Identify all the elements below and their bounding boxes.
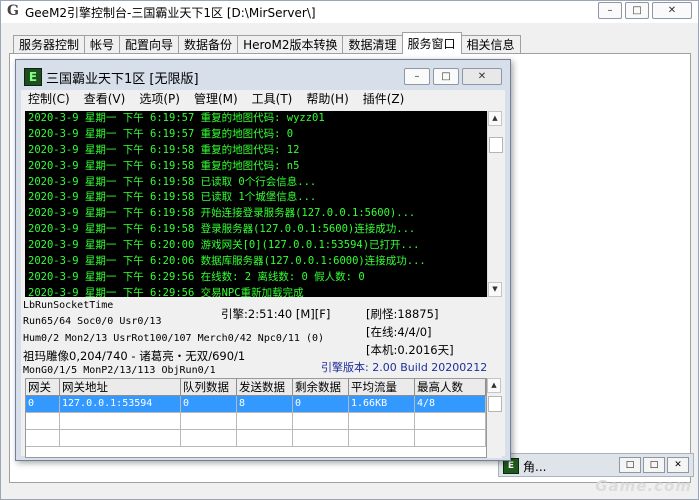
table-row-empty: [26, 413, 486, 430]
child-window-title: 三国霸业天下1区 [无限版]: [46, 72, 199, 87]
cell-max-users: 4/8: [415, 396, 486, 413]
cell-remaining-data: 0: [293, 396, 349, 413]
log-line: 2020-3-9 星期一 下午 6:19:58 开始连接登录服务器(127.0.…: [28, 207, 416, 220]
scroll-up-icon[interactable]: ▲: [488, 111, 502, 126]
maximize-button[interactable]: □: [643, 457, 665, 473]
child-minimize-button[interactable]: –: [404, 68, 430, 85]
local-version: [本机:0.2016天]: [366, 343, 454, 357]
tab-server-control[interactable]: 服务器控制: [13, 35, 86, 54]
menu-view[interactable]: 查看(V): [77, 90, 133, 109]
hum-stats: Hum0/2 Mon2/13 UsrRot100/107 Merch0/42 N…: [23, 333, 325, 344]
col-avg-traffic[interactable]: 平均流量: [349, 379, 415, 396]
tab-data-backup[interactable]: 数据备份: [178, 35, 239, 54]
col-remaining-data[interactable]: 剩余数据: [293, 379, 349, 396]
table-scrollbar[interactable]: ▲: [487, 378, 502, 458]
close-button[interactable]: ✕: [667, 457, 689, 473]
scroll-down-icon[interactable]: ▼: [488, 282, 502, 297]
log-line: 2020-3-9 星期一 下午 6:19:58 重复的地图代码: n5: [28, 159, 300, 172]
status-panel: LbRunSocketTime Run65/64 Soc0/0 Usr0/13 …: [21, 298, 505, 378]
tab-service-window[interactable]: 服务窗口: [401, 32, 462, 54]
restore-button[interactable]: □: [619, 457, 641, 473]
tab-account[interactable]: 帐号: [84, 35, 121, 54]
monster-refresh: [刷怪:18875]: [366, 307, 439, 321]
log-line: 2020-3-9 星期一 下午 6:19:58 重复的地图代码: 12: [28, 143, 300, 156]
tab-related-info[interactable]: 相关信息: [460, 35, 521, 54]
table-row[interactable]: 0 127.0.0.1:53594 0 8 0 1.66KB 4/8: [26, 396, 486, 413]
scroll-thumb[interactable]: [489, 137, 503, 153]
lb-run-socket-label: LbRunSocketTime: [23, 300, 114, 311]
log-line: 2020-3-9 星期一 下午 6:29:56 在线数: 2 离线数: 0 假人…: [28, 270, 365, 283]
minimized-child-window[interactable]: E 角... □ □ ✕: [498, 453, 694, 477]
col-sent-data[interactable]: 发送数据: [237, 379, 293, 396]
mon-stats: MonG0/1/5 MonP2/13/113 ObjRun0/1: [23, 365, 216, 376]
col-gateway[interactable]: 网关: [26, 379, 60, 396]
col-gateway-address[interactable]: 网关地址: [60, 379, 181, 396]
menu-plugins[interactable]: 插件(Z): [356, 90, 412, 109]
scroll-up-icon[interactable]: ▲: [487, 378, 501, 393]
cell-avg-traffic: 1.66KB: [349, 396, 415, 413]
child-title-bar[interactable]: E 三国霸业天下1区 [无限版] – □ ✕: [16, 60, 510, 90]
table-header: 网关 网关地址 队列数据 发送数据 剩余数据 平均流量 最高人数: [26, 379, 486, 396]
log-console[interactable]: 2020-3-9 星期一 下午 6:19:57 重复的地图代码: wyzz01 …: [25, 111, 487, 297]
table-row-empty: [26, 430, 486, 447]
log-line: 2020-3-9 星期一 下午 6:20:06 数据库服务器(127.0.0.1…: [28, 255, 426, 268]
engine-child-window: E 三国霸业天下1区 [无限版] – □ ✕ 控制(C) 查看(V) 选项(P)…: [15, 59, 511, 461]
child-caption-buttons: – □ ✕: [404, 68, 502, 85]
cell-queue-data: 0: [181, 396, 237, 413]
engine-version: 引擎版本: 2.00 Build 20200212: [321, 361, 488, 374]
statue-info: 祖玛雕像0,204/740 - 诸葛亮・无双/690/1: [23, 349, 246, 363]
child-client-area: 控制(C) 查看(V) 选项(P) 管理(M) 工具(T) 帮助(H) 插件(Z…: [21, 90, 505, 458]
log-scrollbar[interactable]: ▲ ▼: [487, 111, 503, 297]
log-line: 2020-3-9 星期一 下午 6:19:57 重复的地图代码: wyzz01: [28, 112, 325, 124]
minimized-caption-buttons: □ □ ✕: [619, 457, 689, 473]
log-line: 2020-3-9 星期一 下午 6:20:00 游戏网关[0](127.0.0.…: [28, 239, 420, 252]
cell-gateway: 0: [26, 396, 60, 413]
online-count: [在线:4/4/0]: [366, 325, 432, 339]
gateway-table: 网关 网关地址 队列数据 发送数据 剩余数据 平均流量 最高人数 0 127.0…: [25, 378, 487, 458]
menu-tools[interactable]: 工具(T): [245, 90, 300, 109]
child-maximize-button[interactable]: □: [433, 68, 459, 85]
log-line: 2020-3-9 星期一 下午 6:19:58 已读取 0个行会信息...: [28, 175, 317, 188]
run-stats: Run65/64 Soc0/0 Usr0/13: [23, 316, 162, 327]
cell-gateway-address: 127.0.0.1:53594: [60, 396, 181, 413]
watermark: Game.com: [595, 477, 692, 495]
minimized-window-label: 角...: [523, 460, 547, 474]
log-line: 2020-3-9 星期一 下午 6:19:58 已读取 1个城堡信息...: [28, 191, 317, 204]
tab-bar: 服务器控制 帐号 配置向导 数据备份 HeroM2版本转换 数据清理 服务窗口 …: [13, 32, 521, 54]
engine-icon: E: [24, 68, 42, 86]
app-icon: G: [7, 3, 19, 19]
menu-control[interactable]: 控制(C): [21, 90, 77, 109]
caption-buttons: – □ ✕: [598, 2, 692, 19]
menu-help[interactable]: 帮助(H): [299, 90, 355, 109]
scroll-thumb[interactable]: [488, 396, 502, 412]
log-line: 2020-3-9 星期一 下午 6:19:57 重复的地图代码: 0: [28, 127, 294, 140]
tab-config-wizard[interactable]: 配置向导: [119, 35, 180, 54]
engine-uptime: 引擎:2:51:40 [M][F]: [221, 307, 331, 321]
title-bar[interactable]: G GeeM2引擎控制台-三国霸业天下1区 [D:\MirServer\] – …: [1, 1, 698, 23]
tab-herom2-convert[interactable]: HeroM2版本转换: [237, 35, 344, 54]
tab-data-cleanup[interactable]: 数据清理: [342, 35, 403, 54]
cell-sent-data: 8: [237, 396, 293, 413]
close-button[interactable]: ✕: [652, 2, 692, 19]
window-title: GeeM2引擎控制台-三国霸业天下1区 [D:\MirServer\]: [25, 6, 316, 20]
maximize-button[interactable]: □: [625, 2, 649, 19]
menu-bar: 控制(C) 查看(V) 选项(P) 管理(M) 工具(T) 帮助(H) 插件(Z…: [21, 90, 505, 109]
main-window: G GeeM2引擎控制台-三国霸业天下1区 [D:\MirServer\] – …: [0, 0, 699, 500]
menu-manage[interactable]: 管理(M): [187, 90, 245, 109]
col-max-users[interactable]: 最高人数: [415, 379, 486, 396]
log-line: 2020-3-9 星期一 下午 6:19:58 登录服务器(127.0.0.1:…: [28, 223, 416, 236]
child-close-button[interactable]: ✕: [462, 68, 502, 85]
log-line: 2020-3-9 星期一 下午 6:29:56 交易NPC重新加载完成: [28, 286, 304, 297]
col-queue-data[interactable]: 队列数据: [181, 379, 237, 396]
menu-options[interactable]: 选项(P): [132, 90, 187, 109]
minimize-button[interactable]: –: [598, 2, 622, 19]
